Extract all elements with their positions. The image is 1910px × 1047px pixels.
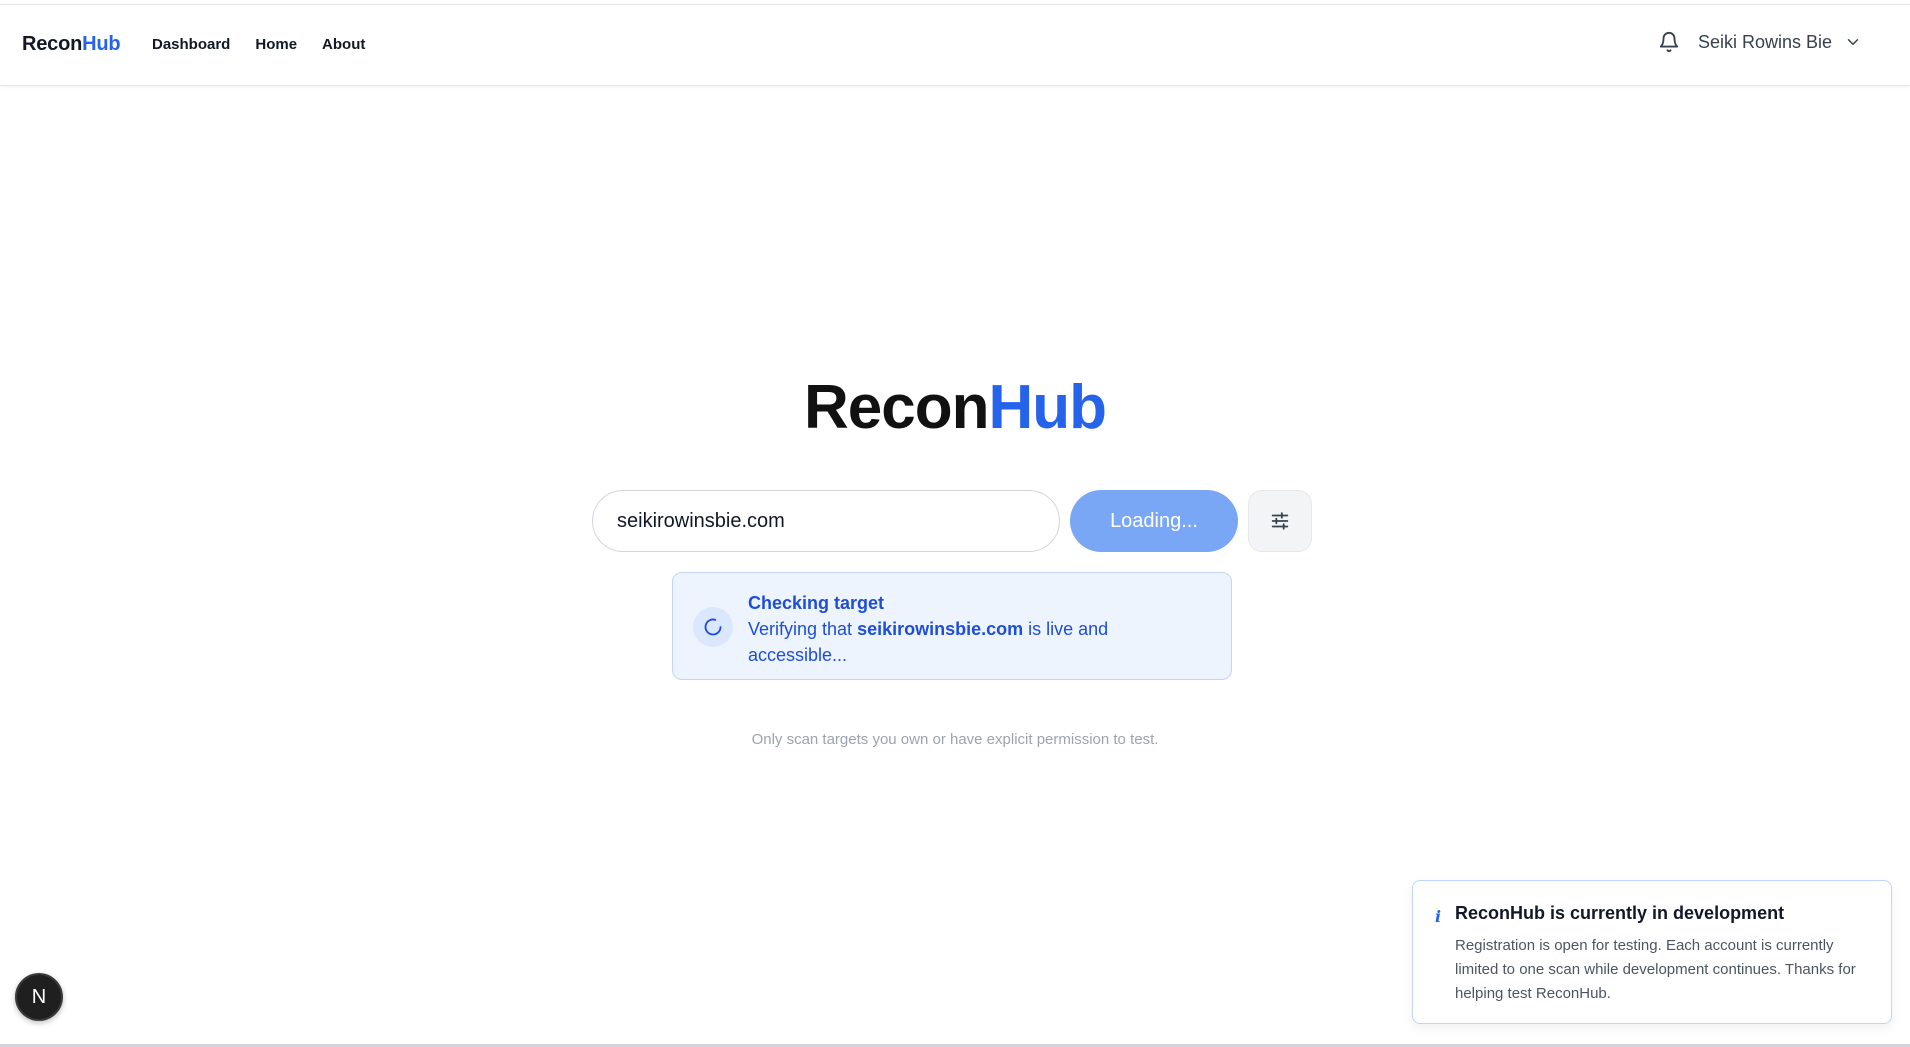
user-name: Seiki Rowins Bie <box>1697 31 1832 52</box>
permission-disclaimer: Only scan targets you own or have explic… <box>751 731 1159 748</box>
scan-button[interactable]: Loading... <box>1070 490 1238 552</box>
scan-options-button[interactable] <box>1248 490 1312 552</box>
info-icon: i <box>1435 907 1442 926</box>
brand-accent: Hub <box>82 33 121 55</box>
toast-body: Registration is open for testing. Each a… <box>1455 937 1856 1002</box>
search-row: Loading... <box>592 490 1312 552</box>
nav-links: Dashboard Home About <box>152 36 365 53</box>
brand-main: Recon <box>22 33 83 55</box>
hero-title: ReconHub <box>0 372 1910 443</box>
toast-title: ReconHub is currently in development <box>1455 903 1785 923</box>
nav-about[interactable]: About <box>322 36 365 53</box>
brand-logo[interactable]: ReconHub <box>22 33 121 56</box>
sliders-icon <box>1269 510 1291 532</box>
bell-icon[interactable] <box>1658 31 1680 53</box>
status-message: Verifying that seikirowinsbie.com is liv… <box>748 616 1208 668</box>
user-menu[interactable]: Seiki Rowins Bie <box>1698 32 1862 53</box>
spinner-icon <box>693 607 733 647</box>
navbar: ReconHub Dashboard Home About Seiki Rowi… <box>0 5 1910 86</box>
page: ReconHub Dashboard Home About Seiki Rowi… <box>0 0 1910 1047</box>
target-input[interactable] <box>592 490 1060 552</box>
status-prefix: Verifying that <box>748 619 858 639</box>
status-text: Checking target Verifying that seikirowi… <box>748 590 1208 668</box>
user-area: Seiki Rowins Bie <box>1658 31 1862 53</box>
nav-home[interactable]: Home <box>255 36 297 53</box>
status-card: Checking target Verifying that seikirowi… <box>672 572 1232 680</box>
nextjs-dev-badge[interactable]: N <box>15 973 63 1021</box>
dev-notice-toast: i ReconHub is currently in development R… <box>1412 880 1892 1024</box>
nav-dashboard[interactable]: Dashboard <box>152 36 230 53</box>
chevron-down-icon <box>1844 33 1862 51</box>
hero-title-accent: Hub <box>988 373 1107 442</box>
status-title: Checking target <box>748 593 885 613</box>
hero-title-main: Recon <box>803 373 989 442</box>
status-target: seikirowinsbie.com <box>857 619 1024 639</box>
